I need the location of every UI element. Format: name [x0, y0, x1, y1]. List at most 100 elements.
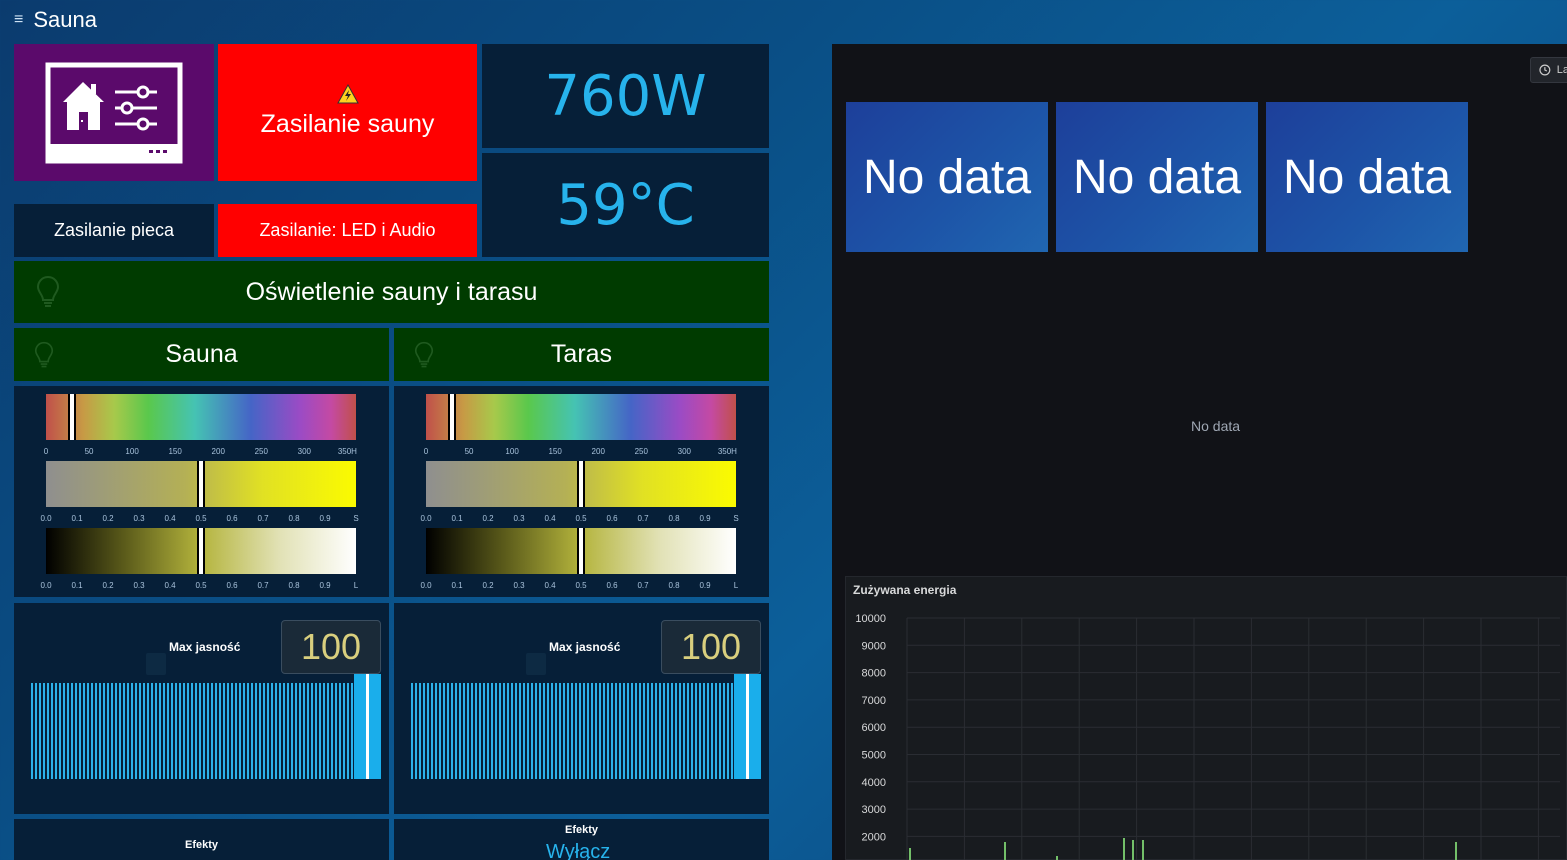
- scale-tick-label: 350H: [717, 447, 737, 456]
- scale-tick-label: 0.2: [482, 514, 494, 523]
- scale-tick-label: 0.7: [257, 581, 269, 590]
- y-tick-label: 7000: [862, 695, 886, 707]
- scale-tick-label: 0.4: [544, 514, 556, 523]
- scale-tick-label: 350H: [337, 447, 357, 456]
- scale-tick-label: 0.2: [102, 581, 114, 590]
- sauna-brightness-handle[interactable]: [366, 674, 369, 779]
- scale-tick-label: 0.8: [288, 581, 300, 590]
- hue-scale: 0 50 100 150 200 250 300 350H: [43, 447, 361, 459]
- warning-icon: [336, 84, 359, 104]
- scale-tick-label: 0.0: [40, 514, 52, 523]
- scale-tick-label: 300: [297, 447, 312, 456]
- lighting-toggle[interactable]: Oświetlenie sauny i tarasu: [14, 261, 769, 323]
- logo-tile[interactable]: [14, 44, 214, 181]
- led-audio-button[interactable]: Zasilanie: LED i Audio: [218, 204, 477, 257]
- page-title: Sauna: [33, 7, 97, 32]
- taras-brightness-knob[interactable]: [526, 653, 546, 675]
- y-tick-label: 5000: [862, 750, 886, 762]
- y-tick-label: 2000: [862, 831, 886, 843]
- scale-tick-label: 0.6: [226, 514, 238, 523]
- sauna-power-label: Zasilanie sauny: [260, 110, 435, 138]
- scale-tick-label: 0.5: [195, 514, 207, 523]
- scale-tick-label: 0.9: [699, 581, 711, 590]
- clock-icon: [1539, 64, 1551, 76]
- sauna-color-picker: 0 50 100 150 200 250 300 350H 0.0 0.1 0.2 0.3 0.4 0.5…: [14, 386, 389, 597]
- temperature-readout: 59°C: [482, 153, 769, 257]
- sat-slider-handle[interactable]: [197, 461, 205, 507]
- stat-panel-2[interactable]: No data: [1056, 102, 1258, 252]
- sauna-brightness-knob[interactable]: [146, 653, 166, 675]
- sauna-brightness-panel: Max jasność 100: [14, 603, 389, 814]
- stat-panel-3[interactable]: No data: [1266, 102, 1468, 252]
- sat-scale: 0.0 0.1 0.2 0.3 0.4 0.5 0.6 0.7 0.8 0.9 S: [420, 514, 741, 526]
- sauna-effects-label: Efekty: [185, 839, 219, 851]
- scale-tick-label: 0.8: [668, 581, 680, 590]
- hue-slider-handle[interactable]: [447, 394, 456, 440]
- scale-tick-label: 0.7: [637, 514, 649, 523]
- light-slider-handle[interactable]: [577, 528, 585, 574]
- scale-tick-label: S: [733, 514, 739, 523]
- scale-tick-label: 0.6: [606, 514, 618, 523]
- sat-slider[interactable]: [426, 461, 736, 507]
- sauna-brightness-slider[interactable]: [31, 683, 354, 779]
- taras-max-brightness-input[interactable]: 100: [661, 620, 761, 674]
- sauna-max-brightness-label: Max jasność: [169, 640, 241, 654]
- scale-tick-label: 0.9: [319, 514, 331, 523]
- hue-slider-handle[interactable]: [67, 394, 76, 440]
- oven-power-button[interactable]: Zasilanie pieca: [14, 204, 214, 257]
- scale-tick-label: 0.5: [575, 514, 587, 523]
- taras-brightness-handle[interactable]: [746, 674, 749, 779]
- taras-label: Taras: [550, 340, 613, 368]
- scale-tick-label: 50: [84, 447, 94, 456]
- power-readout: 760W: [482, 44, 769, 148]
- scale-tick-label: 0.0: [40, 581, 52, 590]
- taras-effects-panel[interactable]: Efekty Wyłącz: [394, 819, 769, 860]
- sauna-max-brightness-input[interactable]: 100: [281, 620, 381, 674]
- no-data-message: No data: [1191, 418, 1241, 434]
- scale-tick-label: 50: [464, 447, 474, 456]
- sauna-power-button[interactable]: Zasilanie sauny: [218, 44, 477, 181]
- scale-tick-label: 0.4: [164, 581, 176, 590]
- scale-tick-label: L: [353, 581, 359, 590]
- y-tick-label: 6000: [862, 722, 886, 734]
- light-slider[interactable]: [426, 528, 736, 574]
- taras-max-brightness-label: Max jasność: [549, 640, 621, 654]
- taras-effects-value[interactable]: Wyłącz: [546, 841, 610, 860]
- y-tick-label: 4000: [862, 777, 886, 789]
- scale-tick-label: 0.8: [288, 514, 300, 523]
- temperature-value: 59°C: [556, 172, 695, 238]
- stat-panel-1[interactable]: No data: [846, 102, 1048, 252]
- sauna-light-toggle[interactable]: Sauna: [14, 328, 389, 381]
- scale-tick-label: 200: [211, 447, 225, 456]
- sauna-effects-panel[interactable]: Efekty: [14, 819, 389, 860]
- time-range-picker[interactable]: La: [1530, 57, 1567, 83]
- light-slider-handle[interactable]: [197, 528, 205, 574]
- oven-power-label: Zasilanie pieca: [53, 220, 175, 240]
- scale-tick-label: 0.3: [133, 581, 145, 590]
- scale-tick-label: 0.0: [420, 581, 432, 590]
- energy-chart: 10000 9000 8000 7000 6000 5000 4000 3000 2000: [855, 613, 1560, 860]
- scale-tick-label: 0.2: [482, 581, 494, 590]
- menu-icon[interactable]: ≡: [14, 11, 23, 29]
- light-slider[interactable]: [46, 528, 356, 574]
- taras-effects-label: Efekty: [565, 824, 599, 836]
- scale-tick-label: 0: [43, 447, 49, 456]
- sat-slider-handle[interactable]: [577, 461, 585, 507]
- scale-tick-label: 0.4: [544, 581, 556, 590]
- scale-tick-label: S: [353, 514, 359, 523]
- lightbulb-icon: [36, 275, 60, 307]
- taras-light-toggle[interactable]: Taras: [394, 328, 769, 381]
- hue-slider[interactable]: [46, 394, 356, 440]
- taras-brightness-slider[interactable]: [411, 683, 734, 779]
- scale-tick-label: 0.3: [513, 581, 525, 590]
- scale-tick-label: 0.2: [102, 514, 114, 523]
- hue-scale: 0 50 100 150 200 250 300 350H: [424, 447, 741, 459]
- sat-slider[interactable]: [46, 461, 356, 507]
- scale-tick-label: 0.5: [575, 581, 587, 590]
- scale-tick-label: 0.3: [513, 514, 525, 523]
- scale-tick-label: 250: [634, 447, 648, 456]
- hue-slider[interactable]: [426, 394, 736, 440]
- scale-tick-label: 0.6: [606, 581, 618, 590]
- scale-tick-label: 250: [254, 447, 268, 456]
- lightbulb-icon: [414, 341, 434, 367]
